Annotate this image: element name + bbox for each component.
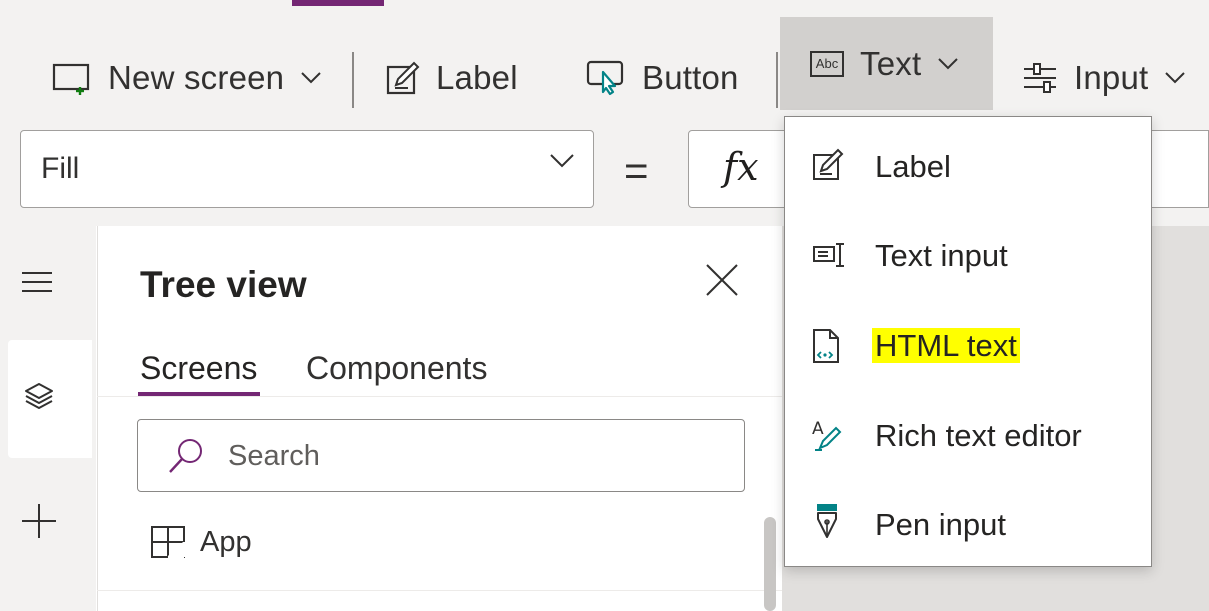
menu-item-rich-text-editor[interactable]: A Rich text editor: [785, 392, 1151, 480]
top-strip: [0, 0, 1209, 14]
equals-sign: =: [624, 147, 649, 194]
tab-components[interactable]: Components: [306, 350, 487, 387]
ribbon-separator: [776, 52, 778, 108]
text-dropdown-button[interactable]: Abc Text: [780, 17, 993, 110]
chevron-down-icon: [549, 153, 575, 169]
ribbon-toolbar: New screen Label Button Abc Text Input: [0, 14, 1209, 114]
svg-text:A: A: [812, 419, 824, 439]
tree-view-title: Tree view: [140, 264, 307, 305]
tree-divider: [97, 590, 782, 591]
button-button[interactable]: Button: [586, 32, 739, 124]
pen-input-icon: [812, 503, 842, 539]
chevron-down-icon: [1164, 65, 1186, 91]
input-sliders-icon: [1022, 63, 1058, 93]
text-button-label: Text: [860, 44, 922, 82]
text-input-icon: [812, 242, 846, 268]
property-value: Fill: [41, 152, 80, 185]
tabs-divider: [97, 396, 782, 397]
menu-item-html-text-label: HTML text: [872, 328, 1020, 364]
button-button-label: Button: [642, 59, 739, 96]
active-tab-indicator: [292, 0, 384, 6]
text-abc-icon: Abc: [810, 50, 844, 77]
text-dropdown-menu: Label Text input HTML text A Rich text e…: [784, 116, 1152, 567]
label-button[interactable]: Label: [386, 32, 518, 124]
chevron-down-icon: [300, 65, 322, 91]
tree-item-app[interactable]: App: [150, 525, 252, 559]
close-icon[interactable]: [705, 263, 739, 297]
tab-screens[interactable]: Screens: [140, 350, 257, 387]
menu-item-label[interactable]: Label: [785, 123, 1151, 211]
menu-item-pen-input[interactable]: Pen input: [785, 481, 1151, 569]
search-icon: [168, 438, 204, 474]
tree-item-label: App: [200, 525, 252, 558]
html-text-highlight: HTML text: [872, 328, 1020, 363]
rich-text-icon: A: [812, 418, 844, 452]
menu-item-pen-input-label: Pen input: [875, 507, 1006, 542]
search-input[interactable]: Search: [137, 419, 745, 492]
label-button-label: Label: [436, 59, 518, 96]
input-button-label: Input: [1074, 59, 1149, 96]
chevron-down-icon: [937, 51, 959, 77]
app-icon: [150, 525, 186, 559]
layers-icon[interactable]: [24, 382, 54, 410]
search-placeholder: Search: [228, 440, 320, 472]
fx-icon[interactable]: fx: [723, 145, 759, 189]
menu-item-text-input-label: Text input: [875, 238, 1008, 273]
menu-item-text-input[interactable]: Text input: [785, 212, 1151, 300]
add-icon[interactable]: [22, 504, 56, 538]
menu-item-html-text[interactable]: HTML text: [785, 302, 1151, 390]
text-abc-icon-label: Abc: [815, 56, 839, 71]
ribbon-separator: [352, 52, 354, 108]
label-edit-icon: [812, 148, 844, 181]
menu-item-rich-text-label: Rich text editor: [875, 418, 1082, 453]
new-screen-icon: [52, 61, 92, 95]
property-dropdown[interactable]: Fill: [20, 130, 594, 208]
input-dropdown-button[interactable]: Input: [1022, 32, 1186, 124]
new-screen-button[interactable]: New screen: [52, 32, 322, 124]
html-text-icon: [812, 328, 844, 364]
scrollbar-thumb[interactable]: [764, 517, 776, 611]
menu-item-label-text: Label: [875, 149, 951, 184]
new-screen-label: New screen: [108, 59, 285, 96]
hamburger-menu-icon[interactable]: [22, 270, 52, 294]
label-edit-icon: [386, 61, 420, 95]
button-cursor-icon: [586, 60, 626, 96]
